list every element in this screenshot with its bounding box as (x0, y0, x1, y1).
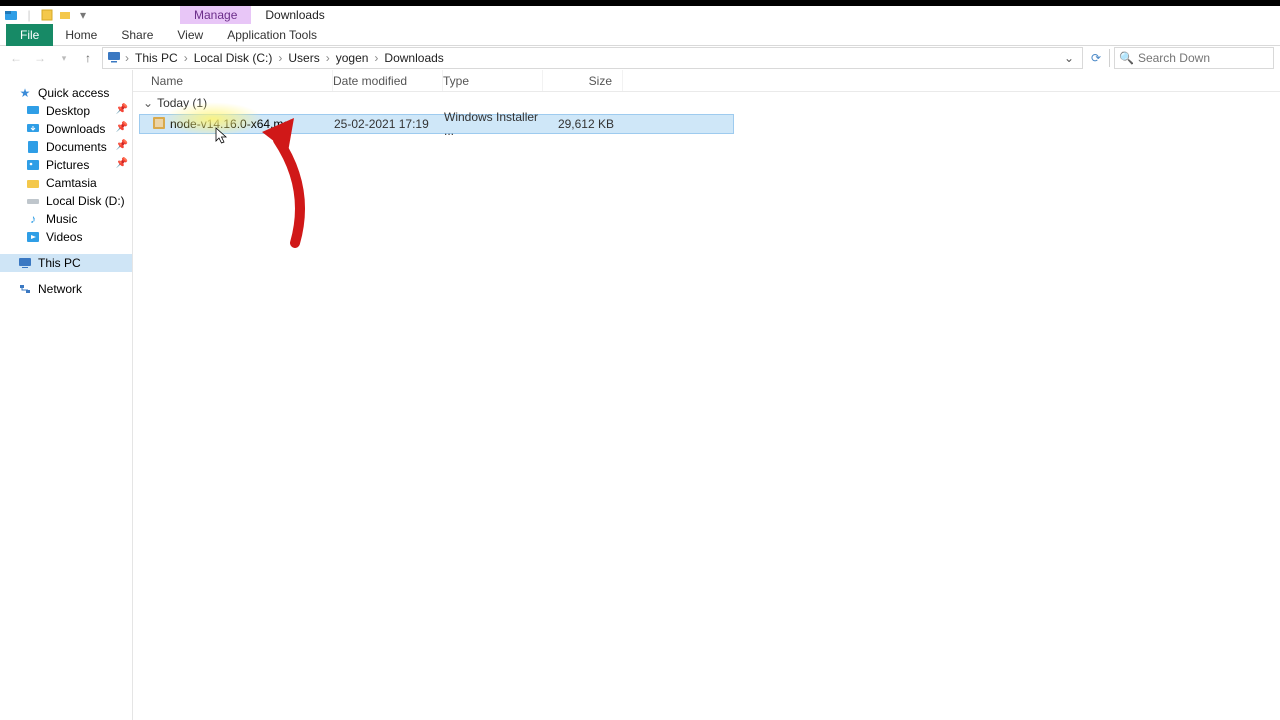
sidebar-item-downloads[interactable]: Downloads 📌 (0, 120, 132, 138)
msi-icon (152, 116, 166, 133)
back-button[interactable]: ← (6, 48, 26, 68)
divider (1109, 49, 1110, 67)
star-icon: ★ (18, 87, 32, 99)
forward-button[interactable]: → (30, 48, 50, 68)
qat-dropdown-icon[interactable]: ▾ (76, 8, 90, 22)
disk-icon (26, 195, 40, 207)
chevron-right-icon[interactable]: › (374, 51, 378, 65)
folder-icon (26, 177, 40, 189)
sidebar-item-label: Videos (46, 230, 82, 244)
chevron-right-icon[interactable]: › (326, 51, 330, 65)
network-icon (18, 283, 32, 295)
sidebar-section-label: Quick access (38, 86, 109, 100)
column-type[interactable]: Type (443, 70, 543, 91)
column-headers: Name Date modified Type Size (133, 70, 1280, 92)
sidebar-network[interactable]: Network (0, 280, 132, 298)
sidebar-item-music[interactable]: ♪ Music (0, 210, 132, 228)
address-bar-row: ← → ▾ ↑ › This PC › Local Disk (C:) › Us… (0, 46, 1280, 70)
sidebar-item-local-disk-d[interactable]: Local Disk (D:) (0, 192, 132, 210)
new-folder-icon[interactable] (58, 8, 72, 22)
search-box[interactable]: 🔍 (1114, 47, 1274, 69)
sidebar-section-label: Network (38, 282, 82, 296)
tab-view[interactable]: View (165, 24, 215, 46)
sidebar-item-label: Downloads (46, 122, 105, 136)
window-title: Downloads (251, 6, 338, 24)
sidebar-item-videos[interactable]: Videos (0, 228, 132, 246)
address-dropdown-icon[interactable]: ⌄ (1060, 51, 1078, 65)
sidebar-item-label: Desktop (46, 104, 90, 118)
title-bar: | ▾ Manage Downloads (0, 6, 1280, 24)
tab-home[interactable]: Home (53, 24, 109, 46)
search-input[interactable] (1138, 51, 1258, 65)
chevron-right-icon[interactable]: › (184, 51, 188, 65)
file-list: ⌄ Today (1) node-v14.16.0-x64.msi 25-02-… (133, 92, 1280, 720)
file-size: 29,612 KB (544, 117, 624, 131)
crumb-yogen[interactable]: yogen (334, 51, 371, 65)
group-header-today[interactable]: ⌄ Today (1) (133, 92, 1280, 114)
pin-icon: 📌 (116, 158, 128, 169)
sidebar-item-documents[interactable]: Documents 📌 (0, 138, 132, 156)
desktop-icon (26, 105, 40, 117)
crumb-local-disk-c[interactable]: Local Disk (C:) (192, 51, 275, 65)
column-size[interactable]: Size (543, 70, 623, 91)
tab-application-tools[interactable]: Application Tools (215, 24, 329, 46)
crumb-users[interactable]: Users (286, 51, 321, 65)
column-name[interactable]: Name (133, 70, 333, 91)
qat-separator-icon: | (22, 8, 36, 22)
refresh-button[interactable]: ⟳ (1087, 51, 1105, 65)
pc-icon (107, 51, 121, 66)
sidebar-item-label: Music (46, 212, 77, 226)
documents-icon (26, 141, 40, 153)
chevron-down-icon: ⌄ (143, 96, 153, 110)
file-type: Windows Installer ... (444, 110, 544, 138)
pin-icon: 📌 (116, 140, 128, 151)
up-button[interactable]: ↑ (78, 48, 98, 68)
pin-icon: 📌 (116, 104, 128, 115)
search-icon: 🔍 (1119, 51, 1134, 65)
file-row[interactable]: node-v14.16.0-x64.msi 25-02-2021 17:19 W… (139, 114, 734, 134)
file-date: 25-02-2021 17:19 (334, 117, 444, 131)
properties-icon[interactable] (40, 8, 54, 22)
column-date[interactable]: Date modified (333, 70, 443, 91)
file-tab[interactable]: File (6, 24, 53, 46)
sidebar-quick-access[interactable]: ★ Quick access (0, 84, 132, 102)
sidebar-item-pictures[interactable]: Pictures 📌 (0, 156, 132, 174)
sidebar-item-label: Documents (46, 140, 107, 154)
breadcrumb[interactable]: › This PC › Local Disk (C:) › Users › yo… (102, 47, 1083, 69)
music-icon: ♪ (26, 213, 40, 225)
sidebar-this-pc[interactable]: This PC (0, 254, 132, 272)
sidebar-item-label: Local Disk (D:) (46, 194, 125, 208)
group-label: Today (1) (157, 96, 207, 110)
pc-icon (18, 257, 32, 269)
sidebar-item-label: Pictures (46, 158, 89, 172)
recent-locations-button[interactable]: ▾ (54, 48, 74, 68)
downloads-icon (26, 123, 40, 135)
crumb-downloads[interactable]: Downloads (382, 51, 445, 65)
sidebar-item-camtasia[interactable]: Camtasia (0, 174, 132, 192)
ribbon-tabs: File Home Share View Application Tools (0, 24, 1280, 46)
crumb-this-pc[interactable]: This PC (133, 51, 180, 65)
contextual-tab-manage[interactable]: Manage (180, 6, 251, 24)
sidebar-item-label: Camtasia (46, 176, 97, 190)
file-name: node-v14.16.0-x64.msi (170, 117, 292, 131)
pictures-icon (26, 159, 40, 171)
explorer-icon (4, 8, 18, 22)
sidebar-section-label: This PC (38, 256, 81, 270)
chevron-right-icon[interactable]: › (278, 51, 282, 65)
navigation-sidebar: ★ Quick access Desktop 📌 Downloads 📌 Doc… (0, 70, 133, 720)
sidebar-item-desktop[interactable]: Desktop 📌 (0, 102, 132, 120)
videos-icon (26, 231, 40, 243)
tab-share[interactable]: Share (109, 24, 165, 46)
pin-icon: 📌 (116, 122, 128, 133)
chevron-right-icon[interactable]: › (125, 51, 129, 65)
